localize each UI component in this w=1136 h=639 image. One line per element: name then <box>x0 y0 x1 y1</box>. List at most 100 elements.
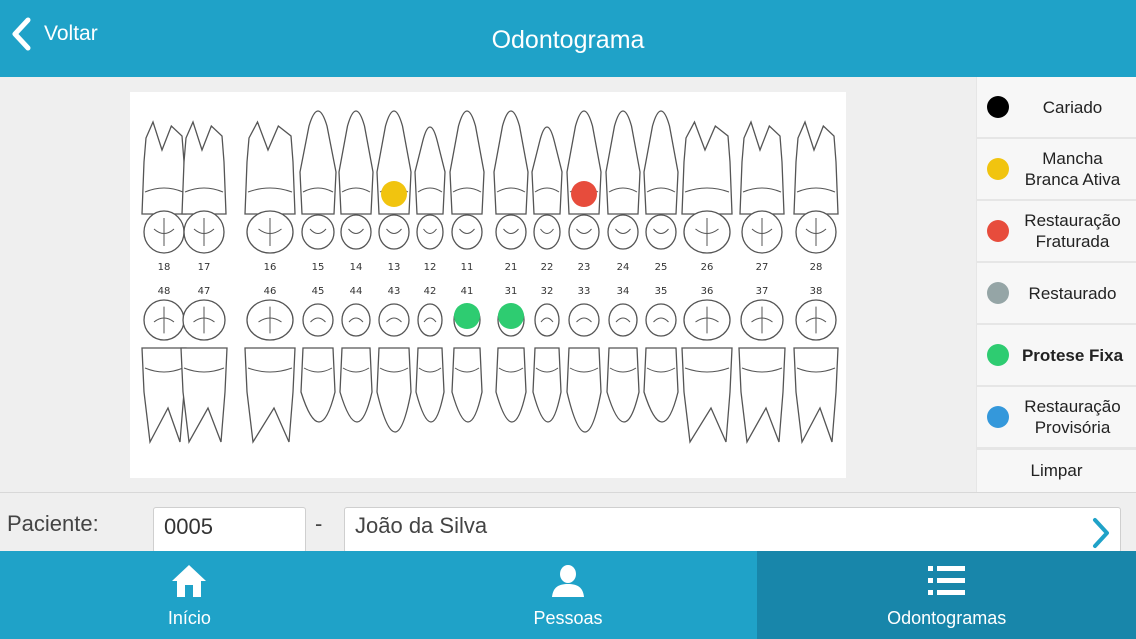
legend-item-mancha-branca-ativa[interactable]: Mancha Branca Ativa <box>977 139 1136 199</box>
tooth-outline <box>681 120 733 215</box>
tooth-occlusal <box>378 303 410 337</box>
tooth-31[interactable]: 31 <box>495 286 527 423</box>
patient-bar: Paciente: 0005 - João da Silva <box>0 492 1136 553</box>
legend-dot <box>987 344 1009 366</box>
tooth-number: 47 <box>198 286 211 297</box>
tooth-48[interactable]: 48 <box>141 286 187 445</box>
legend-item-restaurado[interactable]: Restaurado <box>977 263 1136 323</box>
nav-label: Pessoas <box>533 608 603 628</box>
tooth-27[interactable]: 27 <box>739 120 785 273</box>
list-icon <box>927 566 965 595</box>
tooth-11[interactable]: 11 <box>449 110 485 273</box>
tooth-outline <box>495 347 527 423</box>
nav-pessoas[interactable]: Pessoas <box>379 551 758 639</box>
legend-dot <box>987 220 1009 242</box>
tooth-18[interactable]: 18 <box>141 120 187 273</box>
tooth-number: 43 <box>388 286 401 297</box>
legend-dot <box>987 406 1009 428</box>
tooth-number: 46 <box>264 286 277 297</box>
tooth-25[interactable]: 25 <box>643 110 679 273</box>
tooth-number: 11 <box>461 262 474 273</box>
tooth-33[interactable]: 33 <box>566 286 602 433</box>
tooth-44[interactable]: 44 <box>339 286 373 423</box>
bottom-navigation: Início Pessoas Odontogramas <box>0 551 1136 639</box>
tooth-outline <box>532 347 562 423</box>
tooth-38[interactable]: 38 <box>793 286 839 445</box>
nav-label: Início <box>167 608 211 628</box>
legend-item-protese-fixa[interactable]: Protese Fixa <box>977 325 1136 385</box>
tooth-number: 15 <box>312 262 325 273</box>
condition-legend: Cariado Mancha Branca Ativa Restauração … <box>976 77 1136 492</box>
legend-label: Protese Fixa <box>1021 345 1124 365</box>
tooth-45[interactable]: 45 <box>300 286 336 423</box>
page-title: Odontograma <box>491 26 645 54</box>
tooth-number: 21 <box>505 262 518 273</box>
legend-dot <box>987 282 1009 304</box>
tooth-number: 45 <box>312 286 325 297</box>
tooth-occlusal <box>301 214 335 250</box>
tooth-outline <box>643 110 679 215</box>
tooth-number: 12 <box>424 262 437 273</box>
clear-button[interactable]: Limpar <box>977 450 1136 492</box>
tooth-23[interactable]: 23 <box>566 110 602 273</box>
tooth-outline <box>531 126 563 215</box>
legend-item-restauracao-provisoria[interactable]: Restauração Provisória <box>977 387 1136 447</box>
legend-dot <box>987 158 1009 180</box>
tooth-46[interactable]: 46 <box>244 286 296 444</box>
tooth-35[interactable]: 35 <box>643 286 679 423</box>
nav-odontogramas[interactable]: Odontogramas <box>757 551 1136 639</box>
tooth-outline <box>415 347 445 423</box>
tooth-number: 28 <box>810 262 823 273</box>
tooth-outline <box>338 110 374 215</box>
tooth-number: 38 <box>810 286 823 297</box>
legend-label: Restaurado <box>1028 283 1117 303</box>
legend-item-restauracao-fraturada[interactable]: Restauração Fraturada <box>977 201 1136 261</box>
tooth-outline <box>300 347 336 423</box>
tooth-17[interactable]: 17 <box>181 120 227 273</box>
person-icon <box>552 565 584 597</box>
tooth-outline <box>141 347 187 445</box>
tooth-34[interactable]: 34 <box>606 286 640 423</box>
tooth-occlusal <box>341 303 371 337</box>
tooth-36[interactable]: 36 <box>681 286 733 444</box>
tooth-outline <box>605 110 641 215</box>
tooth-41[interactable]: 41 <box>451 286 483 423</box>
tooth-43[interactable]: 43 <box>376 286 412 433</box>
nav-inicio[interactable]: Início <box>0 551 379 639</box>
legend-label: Restauração Fraturada <box>1024 211 1121 251</box>
tooth-15[interactable]: 15 <box>299 110 337 273</box>
patient-code-field[interactable]: 0005 <box>153 507 306 553</box>
tooth-13[interactable]: 13 <box>376 110 412 273</box>
tooth-outline <box>414 126 446 215</box>
condition-marker <box>381 181 407 207</box>
legend-label: Cariado <box>1042 97 1103 117</box>
tooth-47[interactable]: 47 <box>180 286 228 445</box>
tooth-22[interactable]: 22 <box>531 126 563 273</box>
tooth-24[interactable]: 24 <box>605 110 641 273</box>
patient-name: João da Silva <box>355 513 488 538</box>
tooth-16[interactable]: 16 <box>244 120 296 273</box>
tooth-occlusal <box>451 214 483 250</box>
tooth-number: 17 <box>198 262 211 273</box>
tooth-26[interactable]: 26 <box>681 120 733 273</box>
nav-label: Odontogramas <box>887 608 1007 628</box>
tooth-21[interactable]: 21 <box>493 110 529 273</box>
odontogram-drawing: 18 17 16 15 14 13 12 11 21 22 23 24 25 26 27 28 48 47 46 45… <box>141 110 839 445</box>
tooth-outline <box>376 347 412 433</box>
tooth-outline <box>244 120 296 215</box>
tooth-42[interactable]: 42 <box>415 286 445 423</box>
chevron-right-icon[interactable] <box>1090 516 1112 550</box>
tooth-12[interactable]: 12 <box>414 126 446 273</box>
tooth-outline <box>739 120 785 215</box>
legend-label: Restauração Provisória <box>1024 397 1121 437</box>
tooth-number: 16 <box>264 262 277 273</box>
tooth-outline <box>793 120 839 215</box>
tooth-14[interactable]: 14 <box>338 110 374 273</box>
patient-name-field[interactable]: João da Silva <box>344 507 1121 553</box>
legend-item-cariado[interactable]: Cariado <box>977 77 1136 137</box>
tooth-28[interactable]: 28 <box>793 120 839 273</box>
tooth-32[interactable]: 32 <box>532 286 562 423</box>
separator: - <box>315 511 323 536</box>
tooth-outline <box>451 347 483 423</box>
tooth-37[interactable]: 37 <box>738 286 786 445</box>
